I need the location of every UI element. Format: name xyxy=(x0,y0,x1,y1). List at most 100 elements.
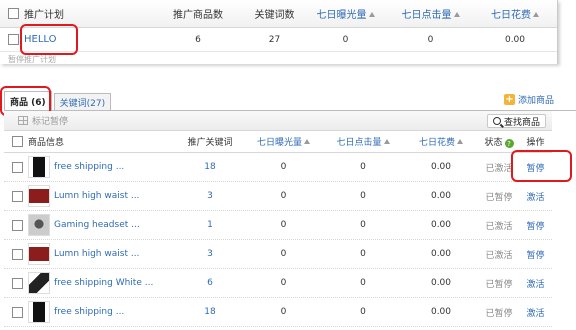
keyword-count-link[interactable]: 18 xyxy=(176,307,244,317)
keyword-count-link[interactable]: 6 xyxy=(176,278,244,288)
clicks-sort-header[interactable]: 七日点击量 xyxy=(388,6,473,21)
row-clicks: 0 xyxy=(360,220,366,230)
product-spend-header-label: 七日花费 xyxy=(418,138,455,148)
product-info-header: 商品信息 xyxy=(28,138,65,148)
product-name-link[interactable]: free shipping ... xyxy=(54,162,124,172)
find-product-label: 查找商品 xyxy=(503,117,540,128)
plan-header: 推广计划 xyxy=(24,10,64,21)
table-row: free shipping White ... 6 0 0 0.00 已暂停 激… xyxy=(4,269,552,298)
plan-product-count: 6 xyxy=(195,34,201,45)
find-product-button[interactable]: 查找商品 xyxy=(486,114,546,128)
product-name-link[interactable]: free shipping White ... xyxy=(54,278,153,288)
product-name-link[interactable]: Lumn high waist ... xyxy=(54,249,139,259)
table-row: free shipping ... 18 0 0 0.00 已暂停 激活 xyxy=(4,298,552,327)
product-thumbnail[interactable] xyxy=(28,156,50,178)
row-action-link[interactable]: 暂停 xyxy=(519,161,552,174)
row-impressions: 0 xyxy=(280,249,287,259)
mark-pause-button[interactable]: 标记暂停 xyxy=(18,114,68,127)
keyword-count-link[interactable]: 18 xyxy=(176,162,244,172)
plan-keyword-count: 27 xyxy=(268,34,281,45)
product-table: 商品信息 推广关键词 七日曝光量 七日点击量 七日花费 状态? 操作 free … xyxy=(4,131,552,327)
plan-table-header: 推广计划 推广商品数 关键词数 七日曝光量 七日点击量 七日花费 xyxy=(0,0,557,28)
row-status: 已暂停 xyxy=(485,192,513,203)
help-icon[interactable]: ? xyxy=(504,139,514,149)
product-clicks-header-label: 七日点击量 xyxy=(336,138,382,148)
product-impressions-header-label: 七日曝光量 xyxy=(256,138,302,148)
impressions-sort-header[interactable]: 七日曝光量 xyxy=(303,6,388,21)
row-checkbox[interactable] xyxy=(12,306,23,318)
table-row: Lumn high waist ... 3 0 0 0.00 已激活 暂停 xyxy=(4,240,552,269)
product-thumbnail[interactable] xyxy=(28,272,50,294)
row-checkbox[interactable] xyxy=(12,277,23,289)
sort-arrow-icon xyxy=(368,12,375,17)
product-thumbnail[interactable] xyxy=(28,185,50,207)
product-clicks-sort-header[interactable]: 七日点击量 xyxy=(323,135,403,148)
product-thumbnail[interactable] xyxy=(28,301,50,323)
row-status: 已激活 xyxy=(485,163,513,174)
clicks-header-label: 七日点击量 xyxy=(401,10,452,21)
tab-products[interactable]: 商品 (6) xyxy=(4,91,52,111)
tab-keywords[interactable]: 关键词(27) xyxy=(53,93,112,111)
row-status: 已激活 xyxy=(485,221,513,232)
product-name-link[interactable]: Lumn high waist ... xyxy=(54,191,139,201)
row-checkbox[interactable] xyxy=(12,161,23,173)
product-thumbnail[interactable] xyxy=(28,214,50,236)
product-name-link[interactable]: Gaming headset ... xyxy=(54,220,140,230)
row-status: 已暂停 xyxy=(485,279,513,290)
row-action-link[interactable]: 暂停 xyxy=(519,219,552,232)
table-row: free shipping ... 18 0 0 0.00 已激活 暂停 xyxy=(4,153,552,182)
sort-arrow-icon xyxy=(383,139,390,144)
row-spend: 0.00 xyxy=(430,191,452,201)
sort-arrow-icon xyxy=(457,139,463,144)
list-icon xyxy=(18,116,28,125)
select-all-products-checkbox[interactable] xyxy=(12,136,23,147)
sort-arrow-icon xyxy=(453,12,460,17)
sort-arrow-icon xyxy=(304,139,310,144)
plan-spend: 0.00 xyxy=(504,34,526,45)
keyword-count-link[interactable]: 3 xyxy=(176,191,244,201)
search-icon xyxy=(492,117,501,125)
row-clicks: 0 xyxy=(360,278,366,288)
row-status: 已暂停 xyxy=(485,308,513,319)
row-action-link[interactable]: 暂停 xyxy=(519,248,552,261)
row-spend: 0.00 xyxy=(430,249,452,259)
keyword-count-link[interactable]: 3 xyxy=(176,249,244,259)
row-action-link[interactable]: 激活 xyxy=(519,306,552,319)
keywords-header: 推广关键词 xyxy=(187,138,233,148)
row-action-link[interactable]: 激活 xyxy=(519,277,552,290)
product-toolbar: 标记暂停 查找商品 xyxy=(4,111,552,131)
mark-pause-label: 标记暂停 xyxy=(32,117,69,127)
row-status: 已激活 xyxy=(485,250,513,261)
row-spend: 0.00 xyxy=(430,278,452,288)
tab-bar: 商品 (6) 关键词(27) xyxy=(4,91,113,111)
spend-sort-header[interactable]: 七日花费 xyxy=(473,6,557,21)
row-clicks: 0 xyxy=(360,162,366,172)
row-spend: 0.00 xyxy=(430,220,452,230)
plan-checkbox[interactable] xyxy=(8,34,19,45)
product-thumbnail[interactable] xyxy=(28,243,50,265)
product-count-header: 推广商品数 xyxy=(173,10,223,21)
add-product-button[interactable]: + 添加商品 xyxy=(503,93,554,106)
row-clicks: 0 xyxy=(360,307,366,317)
row-checkbox[interactable] xyxy=(12,190,23,202)
add-product-label: 添加商品 xyxy=(517,96,554,106)
pause-plan-link[interactable]: 暂停推广计划 xyxy=(8,54,56,64)
keyword-count-header: 关键词数 xyxy=(254,10,295,21)
select-all-plans-checkbox[interactable] xyxy=(8,8,19,19)
keyword-count-link[interactable]: 1 xyxy=(176,220,244,230)
row-checkbox[interactable] xyxy=(12,248,23,260)
table-row: Lumn high waist ... 3 0 0 0.00 已暂停 激活 xyxy=(4,182,552,211)
row-impressions: 0 xyxy=(280,307,287,317)
plan-name-link[interactable]: HELLO xyxy=(24,34,57,45)
plan-row: HELLO 6 27 0 0 0.00 xyxy=(0,28,557,52)
plan-clicks: 0 xyxy=(427,34,434,45)
row-spend: 0.00 xyxy=(430,162,452,172)
table-row: Gaming headset ... 1 0 0 0.00 已激活 暂停 xyxy=(4,211,552,240)
product-impressions-sort-header[interactable]: 七日曝光量 xyxy=(244,135,323,148)
product-name-link[interactable]: free shipping ... xyxy=(54,307,124,317)
row-spend: 0.00 xyxy=(430,307,452,317)
row-action-link[interactable]: 激活 xyxy=(519,190,552,203)
product-spend-sort-header[interactable]: 七日花费 xyxy=(403,135,479,148)
row-checkbox[interactable] xyxy=(12,219,23,231)
status-header: 状态 xyxy=(484,137,503,148)
